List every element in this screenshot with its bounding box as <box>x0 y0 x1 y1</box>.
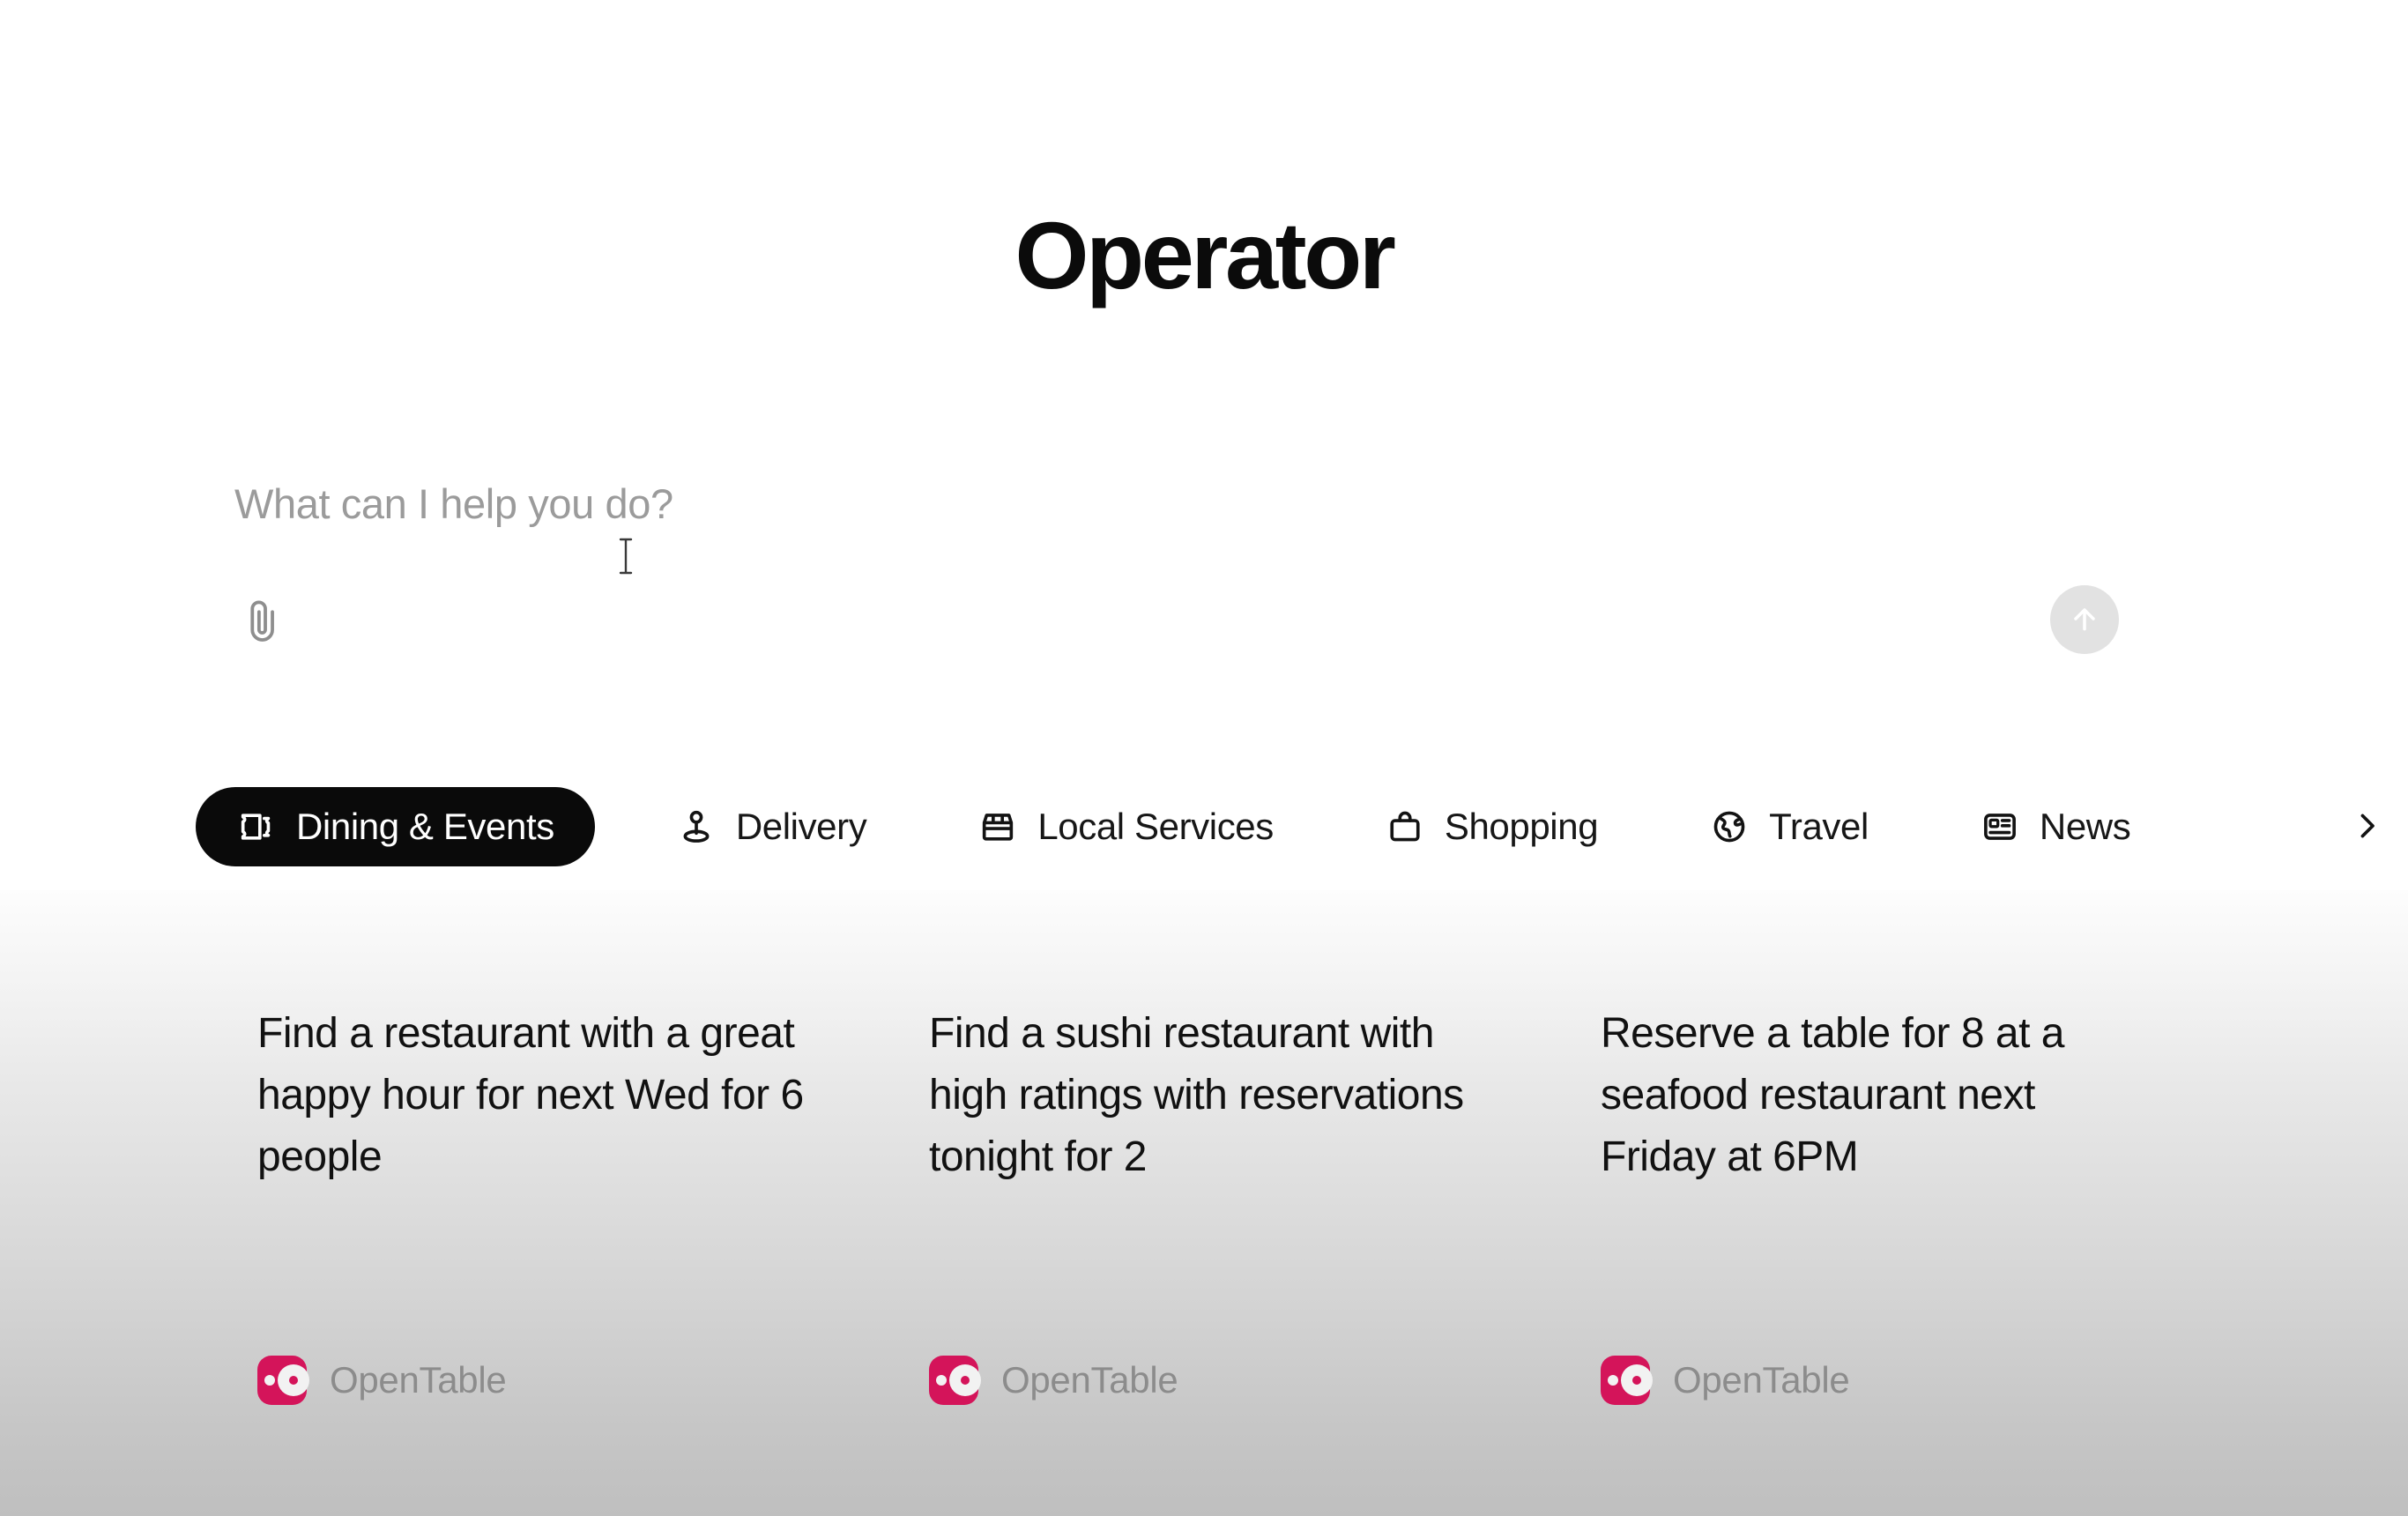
tab-label: Delivery <box>735 806 867 847</box>
tab-shopping[interactable]: Shopping <box>1355 787 1628 866</box>
paperclip-icon[interactable] <box>231 589 296 654</box>
suggestion-card-list: Find a restaurant with a great happy hou… <box>0 961 2408 1516</box>
opentable-logo-icon <box>929 1356 981 1405</box>
tab-label: Local Services <box>1037 806 1274 847</box>
storefront-icon <box>977 806 1018 847</box>
tab-travel[interactable]: Travel <box>1679 787 1899 866</box>
suggestion-text: Reserve a table for 8 at a seafood resta… <box>1601 1010 2064 1180</box>
chevron-right-icon <box>2348 807 2385 847</box>
category-tab-bar[interactable]: Dining & Events Delivery Local Services <box>0 780 2408 873</box>
composer <box>220 458 2186 714</box>
composer-actions <box>220 582 2186 679</box>
prompt-input[interactable] <box>234 479 1821 528</box>
suggestion-source-label: OpenTable <box>1001 1359 1178 1401</box>
tab-news[interactable]: News <box>1950 787 2160 866</box>
suggestion-source: OpenTable <box>1601 1356 1850 1405</box>
tab-spacer <box>1304 822 1355 831</box>
news-icon <box>1980 806 2020 847</box>
opentable-logo-icon <box>1601 1356 1653 1405</box>
composer-input-row <box>220 458 2186 575</box>
map-pin-icon <box>676 806 717 847</box>
tab-label: News <box>2039 806 2131 847</box>
suggestion-source: OpenTable <box>929 1356 1178 1405</box>
tab-dining-and-events[interactable]: Dining & Events <box>196 787 595 866</box>
suggestion-text: Find a restaurant with a great happy hou… <box>257 1010 804 1180</box>
tab-label: Shopping <box>1444 806 1599 847</box>
tab-spacer <box>595 822 646 831</box>
tab-spacer <box>1628 822 1679 831</box>
tab-local-services[interactable]: Local Services <box>948 787 1304 866</box>
suggestion-card[interactable]: Find a restaurant with a great happy hou… <box>257 961 929 1454</box>
tab-delivery[interactable]: Delivery <box>646 787 897 866</box>
tabs-scroll-next-button[interactable] <box>2323 780 2399 873</box>
suggestion-card[interactable]: Reserve a table for 8 at a seafood resta… <box>1601 961 2272 1454</box>
tab-label: Travel <box>1769 806 1869 847</box>
arrow-up-icon <box>2067 601 2102 639</box>
tab-spacer <box>1899 822 1950 831</box>
tab-spacer <box>896 822 948 831</box>
shopping-bag-icon <box>1385 806 1425 847</box>
text-cursor-icon <box>619 538 633 575</box>
suggestion-source: OpenTable <box>257 1356 507 1405</box>
send-button[interactable] <box>2050 585 2119 654</box>
suggestion-source-label: OpenTable <box>330 1359 507 1401</box>
ticket-icon <box>236 806 277 847</box>
globe-icon <box>1709 806 1750 847</box>
suggestion-source-label: OpenTable <box>1673 1359 1850 1401</box>
suggestion-card[interactable]: Find a sushi restaurant with high rating… <box>929 961 1601 1454</box>
suggestion-text: Find a sushi restaurant with high rating… <box>929 1010 1464 1180</box>
page-title: Operator <box>1014 202 1396 308</box>
opentable-logo-icon <box>257 1356 309 1405</box>
tab-label: Dining & Events <box>296 806 554 847</box>
